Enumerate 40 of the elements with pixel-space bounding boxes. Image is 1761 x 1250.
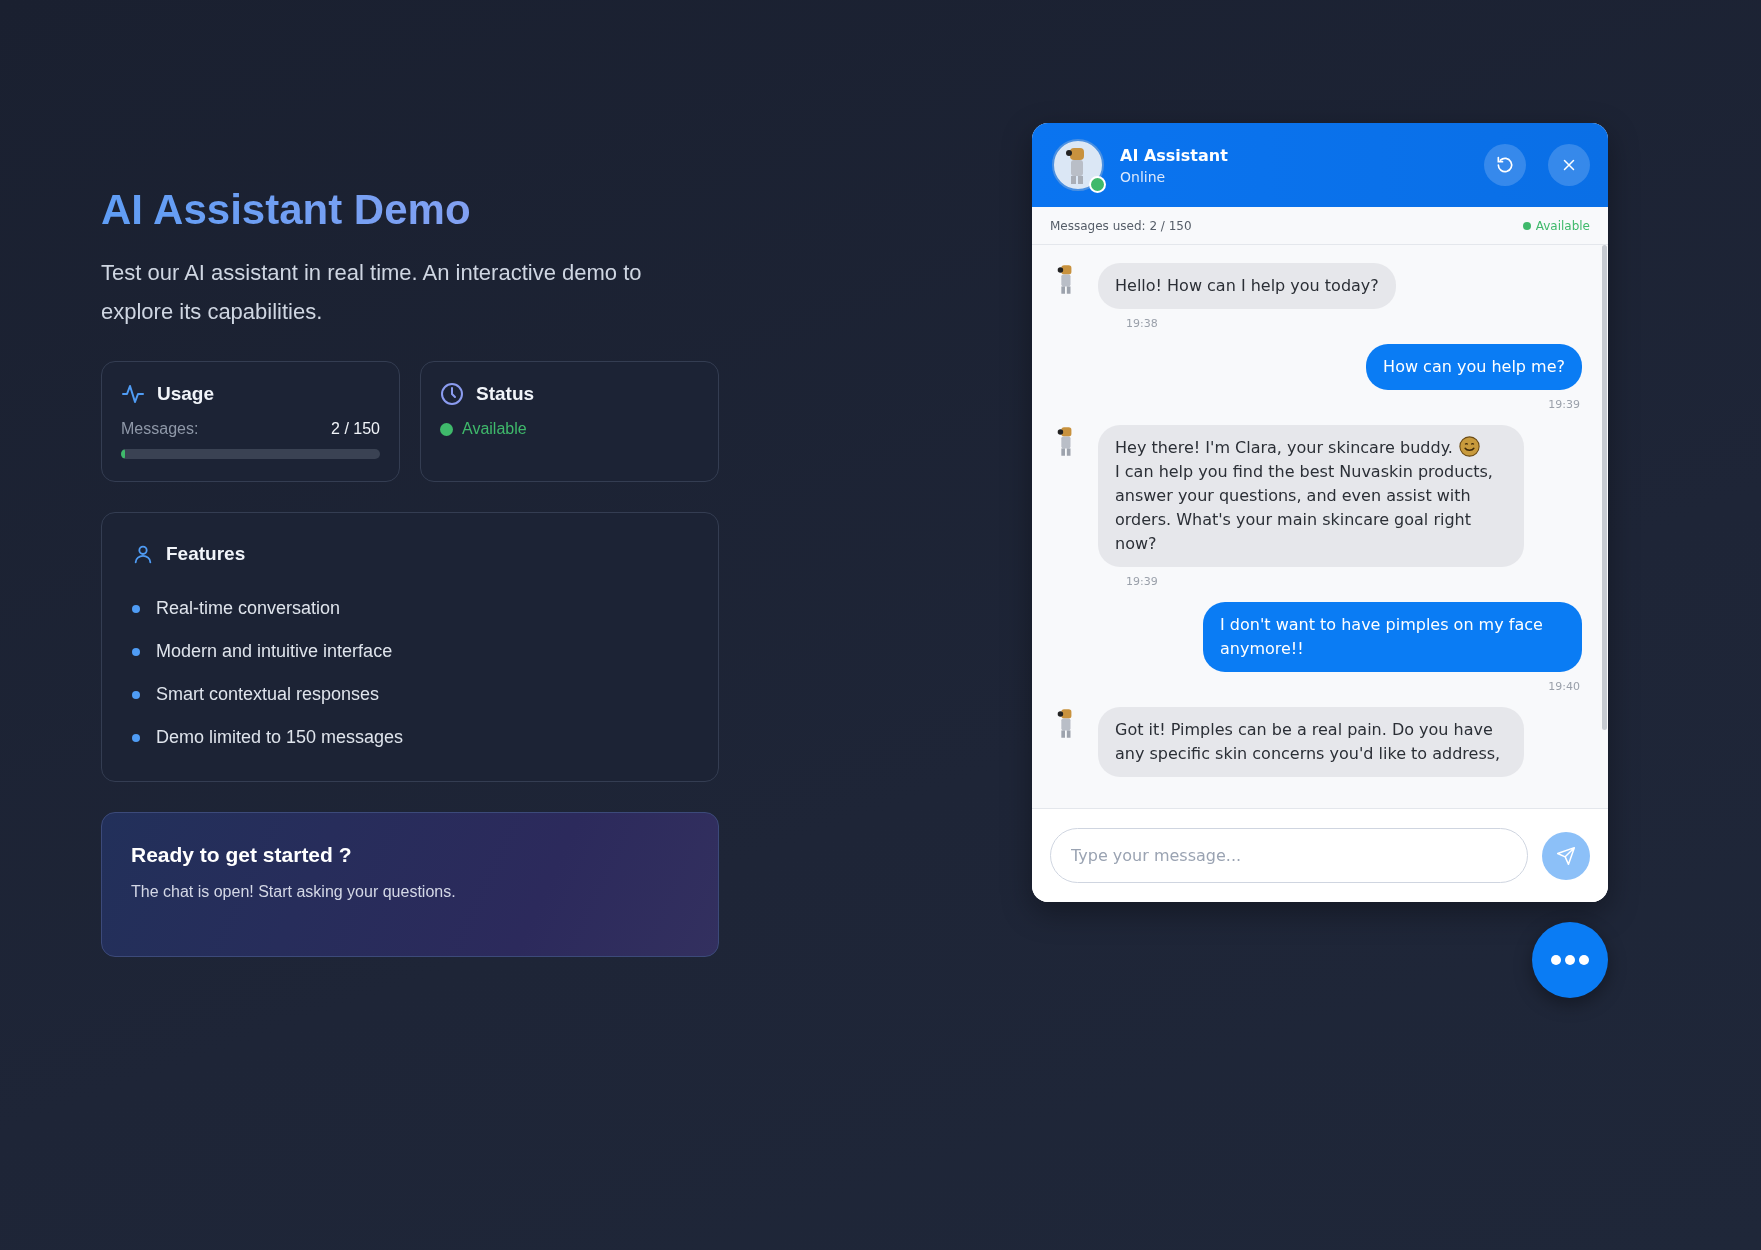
send-icon bbox=[1556, 845, 1576, 866]
reset-icon bbox=[1495, 155, 1515, 175]
bullet-icon bbox=[132, 647, 140, 656]
reset-button[interactable] bbox=[1484, 144, 1526, 186]
feature-text: Smart contextual responses bbox=[156, 684, 380, 706]
messages-label: Messages: bbox=[121, 420, 199, 439]
user-icon bbox=[132, 543, 154, 566]
page-description: Test our AI assistant in real time. An interactive demo to explore its capabilities. bbox=[101, 259, 643, 327]
cta-title: Ready to get started ? bbox=[131, 843, 353, 868]
status-text: Available bbox=[1535, 218, 1590, 233]
message-time: 19:39 bbox=[1547, 398, 1580, 411]
card-title: Status bbox=[476, 383, 535, 406]
message-input[interactable]: Type your message... bbox=[1050, 828, 1528, 883]
messages-count: 2 / 150 bbox=[331, 420, 380, 439]
message-text: Hey there! I'm Clara, your skincare buddy. bbox=[1115, 438, 1453, 457]
message-text: I don't want to have pimples on my face anymore!! bbox=[1220, 615, 1543, 658]
cta-text: The chat is open! Start asking your questions. bbox=[131, 883, 457, 902]
chat-title: AI Assistant bbox=[1120, 145, 1229, 165]
card-title: Features bbox=[166, 543, 246, 566]
message-time: 19:40 bbox=[1547, 680, 1580, 693]
more-icon bbox=[1550, 954, 1590, 966]
bullet-icon bbox=[132, 733, 140, 742]
messages-used: Messages used: 2 / 150 bbox=[1050, 218, 1192, 233]
message-text: Hello! How can I help you today? bbox=[1115, 276, 1379, 295]
close-button[interactable] bbox=[1548, 144, 1590, 186]
clock-icon bbox=[440, 382, 464, 407]
chat-status: Online bbox=[1120, 168, 1167, 185]
message-time: 19:39 bbox=[1126, 575, 1159, 588]
bullet-icon bbox=[132, 604, 140, 613]
feature-text: Demo limited to 150 messages bbox=[156, 727, 404, 749]
feature-text: Modern and intuitive interface bbox=[156, 641, 393, 663]
feature-text: Real-time conversation bbox=[156, 598, 341, 620]
message-text: I can help you find the best Nuvaskin products, answer your questions, and even assist with orders. What's your main skincare goal right now? bbox=[1115, 461, 1494, 555]
card-title: Usage bbox=[157, 383, 215, 406]
message-text: How can you help me? bbox=[1383, 357, 1565, 376]
message-time: 19:38 bbox=[1126, 317, 1159, 330]
bullet-icon bbox=[132, 690, 140, 699]
message-text: Got it! Pimples can be a real pain. Do you have any specific skin concerns you'd like to address, bbox=[1115, 720, 1501, 763]
status-text: Available bbox=[462, 420, 527, 439]
avatar-icon bbox=[1052, 139, 1104, 191]
